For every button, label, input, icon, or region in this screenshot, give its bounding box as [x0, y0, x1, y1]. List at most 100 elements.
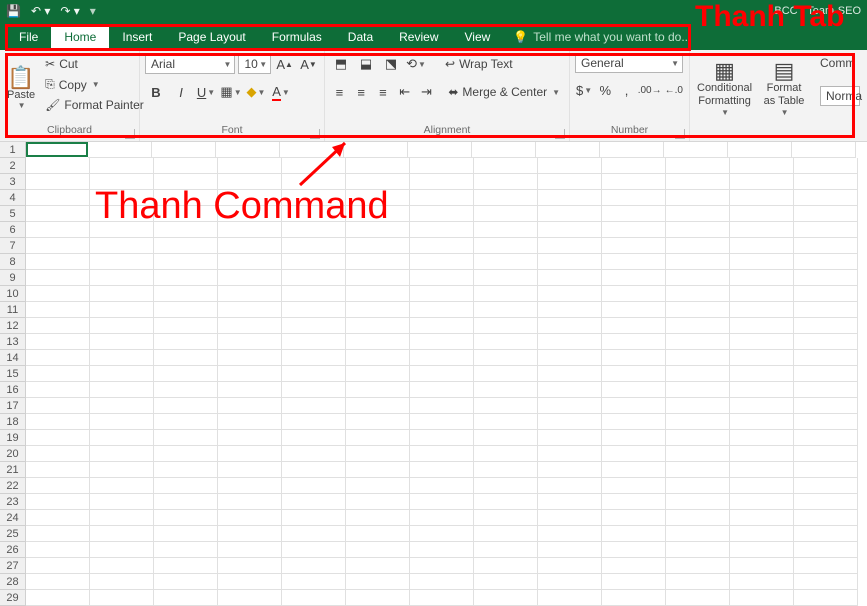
grid-cell[interactable] — [26, 206, 90, 222]
grid-cell[interactable] — [154, 334, 218, 350]
align-right-icon[interactable]: ≡ — [374, 81, 393, 103]
grid-cell[interactable] — [90, 462, 154, 478]
grid-cell[interactable] — [730, 526, 794, 542]
grid-cell[interactable] — [730, 174, 794, 190]
grid-cell[interactable] — [792, 142, 856, 158]
grid-cell[interactable] — [794, 574, 858, 590]
grid-cell[interactable] — [154, 318, 218, 334]
grid-cell[interactable] — [536, 142, 600, 158]
grid-cell[interactable] — [730, 286, 794, 302]
grid-cell[interactable] — [218, 318, 282, 334]
format-as-table-button[interactable]: ▤ Format as Table▼ — [758, 53, 810, 124]
grid-cell[interactable] — [474, 382, 538, 398]
grid-cell[interactable] — [154, 238, 218, 254]
grid-cell[interactable] — [602, 446, 666, 462]
grid-cell[interactable] — [280, 142, 344, 158]
grid-cell[interactable] — [666, 462, 730, 478]
grid-cell[interactable] — [730, 398, 794, 414]
grid-cell[interactable] — [282, 174, 346, 190]
grid-cell[interactable] — [538, 574, 602, 590]
grid-cell[interactable] — [410, 366, 474, 382]
grid-cell[interactable] — [730, 462, 794, 478]
grid-cell[interactable] — [90, 190, 154, 206]
number-dialog-launcher[interactable] — [675, 129, 685, 139]
grid-cell[interactable] — [26, 510, 90, 526]
row-header[interactable]: 7 — [0, 238, 26, 254]
grid-cell[interactable] — [218, 254, 282, 270]
wrap-text-button[interactable]: ↩Wrap Text — [441, 55, 517, 73]
grid-cell[interactable] — [602, 270, 666, 286]
grid-cell[interactable] — [282, 414, 346, 430]
grid-cell[interactable] — [218, 462, 282, 478]
grid-cell[interactable] — [794, 462, 858, 478]
conditional-formatting-button[interactable]: ▦ Conditional Formatting▼ — [695, 53, 754, 124]
grid-cell[interactable] — [666, 414, 730, 430]
grid-cell[interactable] — [410, 254, 474, 270]
row-header[interactable]: 22 — [0, 478, 26, 494]
font-dialog-launcher[interactable] — [310, 129, 320, 139]
grid-cell[interactable] — [666, 206, 730, 222]
grid-cell[interactable] — [346, 430, 410, 446]
grid-cell[interactable] — [218, 510, 282, 526]
grid-cell[interactable] — [794, 478, 858, 494]
grid-cell[interactable] — [410, 382, 474, 398]
align-left-icon[interactable]: ≡ — [330, 81, 349, 103]
grid-cell[interactable] — [90, 174, 154, 190]
grid-cell[interactable] — [730, 222, 794, 238]
grid-cell[interactable] — [408, 142, 472, 158]
grid-cell[interactable] — [26, 318, 90, 334]
grid-cell[interactable] — [538, 494, 602, 510]
grid-cell[interactable] — [602, 190, 666, 206]
grid-cell[interactable] — [218, 238, 282, 254]
row-header[interactable]: 23 — [0, 494, 26, 510]
grid-cell[interactable] — [218, 574, 282, 590]
grid-cell[interactable] — [90, 446, 154, 462]
grid-cell[interactable] — [346, 254, 410, 270]
row-header[interactable]: 19 — [0, 430, 26, 446]
grid-cell[interactable] — [730, 430, 794, 446]
grid-cell[interactable] — [538, 430, 602, 446]
grid-cell[interactable] — [154, 494, 218, 510]
grid-cell[interactable] — [666, 510, 730, 526]
format-painter-button[interactable]: 🖌Format Painter — [41, 96, 148, 114]
grid-cell[interactable] — [410, 590, 474, 606]
grid-cell[interactable] — [218, 526, 282, 542]
grid-cell[interactable] — [730, 542, 794, 558]
grid-cell[interactable] — [282, 446, 346, 462]
grid-cell[interactable] — [794, 382, 858, 398]
grid-cell[interactable] — [602, 222, 666, 238]
grid-cell[interactable] — [26, 414, 90, 430]
borders-button[interactable]: ▦▼ — [220, 81, 242, 103]
grid-cell[interactable] — [154, 478, 218, 494]
grid-cell[interactable] — [474, 366, 538, 382]
grid-cell[interactable] — [794, 286, 858, 302]
grid-cell[interactable] — [26, 526, 90, 542]
grid-cell[interactable] — [154, 510, 218, 526]
orientation-icon[interactable]: ⟲▼ — [405, 53, 427, 75]
grid-cell[interactable] — [410, 574, 474, 590]
grid-cell[interactable] — [602, 494, 666, 510]
grid-cell[interactable] — [346, 286, 410, 302]
grid-cell[interactable] — [730, 382, 794, 398]
grid-cell[interactable] — [26, 158, 90, 174]
grid-cell[interactable] — [218, 446, 282, 462]
grid-cell[interactable] — [154, 222, 218, 238]
grid-cell[interactable] — [90, 510, 154, 526]
grid-cell[interactable] — [666, 366, 730, 382]
grid-cell[interactable] — [666, 398, 730, 414]
align-bottom-icon[interactable]: ⬔ — [380, 53, 402, 75]
grid-cell[interactable] — [410, 190, 474, 206]
row-header[interactable]: 18 — [0, 414, 26, 430]
grid-cell[interactable] — [602, 174, 666, 190]
grid-cell[interactable] — [154, 430, 218, 446]
grid-cell[interactable] — [728, 142, 792, 158]
grid-cell[interactable] — [794, 590, 858, 606]
copy-button[interactable]: ⎘Copy▼ — [41, 75, 148, 94]
grid-cell[interactable] — [538, 206, 602, 222]
grid-cell[interactable] — [730, 270, 794, 286]
grid-cell[interactable] — [794, 190, 858, 206]
grid-cell[interactable] — [282, 382, 346, 398]
grid-cell[interactable] — [218, 590, 282, 606]
grid-cell[interactable] — [26, 334, 90, 350]
grid-cell[interactable] — [602, 478, 666, 494]
